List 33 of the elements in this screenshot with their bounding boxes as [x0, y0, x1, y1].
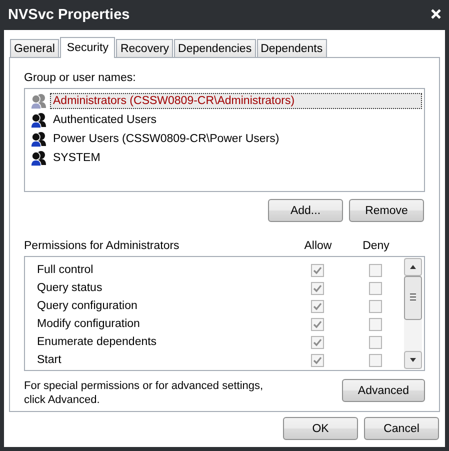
- users-icon: [30, 112, 48, 128]
- help-text: For special permissions or for advanced settings, click Advanced.: [24, 379, 264, 407]
- tab[interactable]: General: [10, 39, 59, 57]
- permission-name: Enumerate dependents: [37, 336, 158, 348]
- list-label: Group or user names:: [24, 72, 137, 84]
- remove-button[interactable]: Remove: [349, 199, 424, 222]
- close-icon[interactable]: [431, 9, 441, 19]
- list-item[interactable]: SYSTEM: [50, 150, 104, 166]
- users-icon: [30, 130, 48, 146]
- add-button[interactable]: Add...: [268, 199, 343, 222]
- list-item[interactable]: Power Users (CSSW0809-CR\Power Users): [50, 130, 282, 146]
- column-header: Allow: [303, 240, 333, 252]
- user-list[interactable]: Administrators (CSSW0809-CR\Administrators) Authenticated Users Power Users (CSSW0809-CR\Power Users) SYSTEM: [24, 88, 425, 192]
- permission-name: Query status: [37, 282, 104, 294]
- users-icon: [30, 92, 48, 108]
- window-title: NVSvc Properties: [8, 7, 131, 23]
- column-header: Deny: [362, 240, 390, 252]
- permission-name: Start: [37, 354, 62, 366]
- tab[interactable]: Recovery: [116, 39, 174, 57]
- tab[interactable]: Security: [60, 37, 116, 58]
- permission-name: Full control: [37, 264, 94, 276]
- tab[interactable]: Dependencies: [174, 39, 256, 57]
- list-item[interactable]: Authenticated Users: [50, 112, 160, 128]
- ok-button[interactable]: OK: [283, 417, 358, 440]
- permission-name: Query configuration: [37, 300, 138, 312]
- scrollbar[interactable]: [404, 258, 422, 369]
- tab[interactable]: Dependents: [256, 39, 327, 57]
- list-item[interactable]: Administrators (CSSW0809-CR\Administrators): [50, 92, 422, 108]
- permission-name: Modify configuration: [37, 318, 141, 330]
- permissions-label: Permissions for Administrators: [24, 240, 180, 252]
- users-icon: [30, 150, 48, 166]
- advanced-button[interactable]: Advanced: [342, 379, 425, 402]
- cancel-button[interactable]: Cancel: [364, 417, 439, 440]
